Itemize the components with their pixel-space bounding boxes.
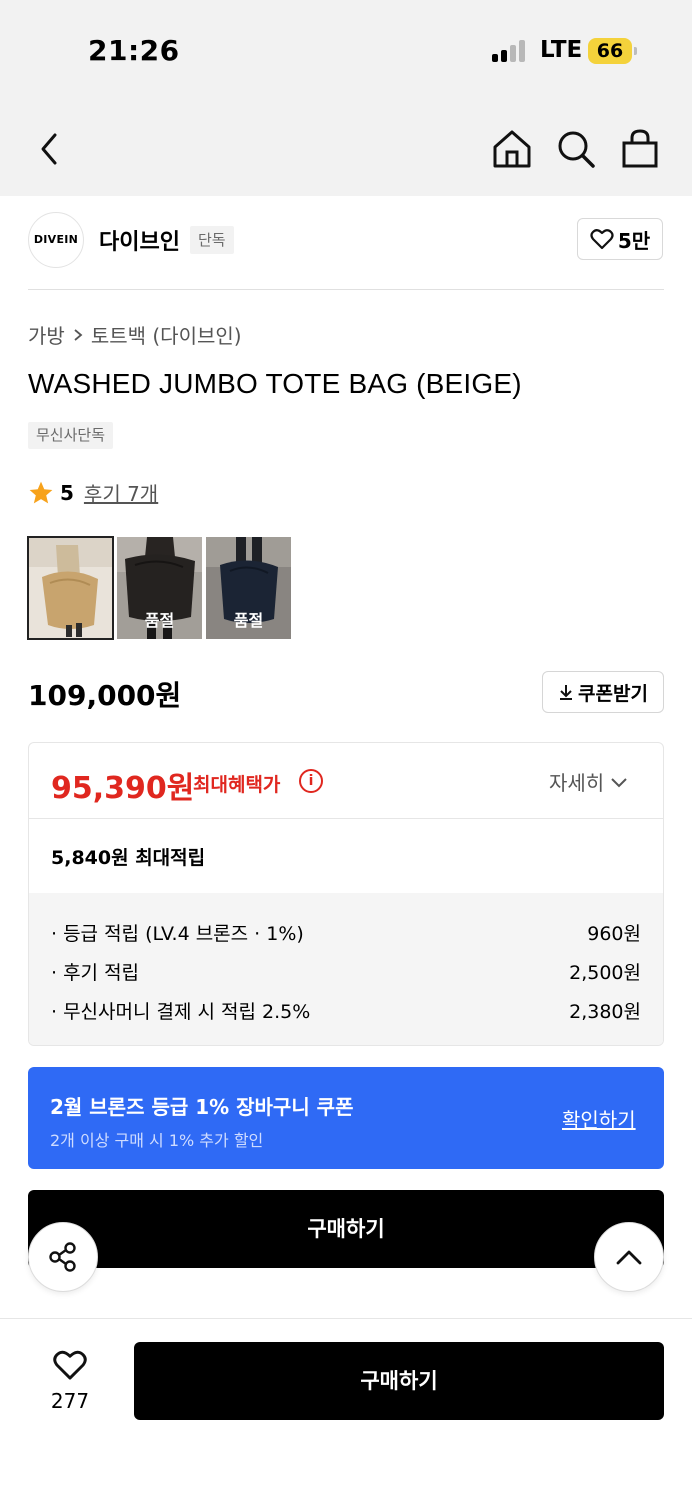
product-like-button[interactable]: 277 (40, 1349, 100, 1413)
shopping-bag-icon[interactable] (618, 127, 662, 171)
points-row-label: · 등급 적립 (LV.4 브론즈 · 1%) (51, 923, 304, 945)
divider (28, 289, 664, 290)
brand-logo[interactable]: DIVEIN (28, 212, 84, 268)
banner-confirm-link[interactable]: 확인하기 (562, 1104, 636, 1133)
rating: 5 후기 7개 (28, 478, 158, 507)
benefit-detail-toggle[interactable]: 자세히 (549, 767, 628, 796)
download-icon (560, 685, 573, 700)
back-icon[interactable] (28, 127, 72, 171)
share-icon (49, 1242, 76, 1272)
points-row: · 후기 적립 2,500원 (51, 952, 641, 991)
rating-score: 5 (60, 480, 74, 505)
cart-coupon-banner[interactable]: 2월 브론즈 등급 1% 장바구니 쿠폰 2개 이상 구매 시 1% 추가 할인… (28, 1067, 664, 1169)
network-label: LTE (540, 37, 583, 63)
exclusive-tag: 무신사단독 (28, 422, 114, 449)
max-benefit-price: 95,390원 (51, 771, 195, 806)
color-thumbnails: 품절 품절 (27, 536, 291, 640)
breadcrumb: 가방 토트백 (다이브인) (28, 320, 242, 349)
search-icon[interactable] (554, 127, 598, 171)
status-time: 21:26 (88, 34, 180, 67)
banner-title: 2월 브론즈 등급 1% 장바구니 쿠폰 (50, 1095, 354, 1119)
star-icon (29, 481, 53, 503)
heart-icon (590, 229, 614, 250)
points-row-label: · 후기 적립 (51, 962, 140, 984)
sold-out-label: 품절 (144, 611, 175, 630)
top-bar: 21:26 LTE 66 (0, 0, 692, 196)
product-price: 109,000원 (28, 679, 182, 712)
breadcrumb-category[interactable]: 가방 (28, 320, 65, 349)
points-breakdown: · 등급 적립 (LV.4 브론즈 · 1%) 960원 · 후기 적립 2,5… (29, 893, 663, 1045)
points-row: · 무신사머니 결제 시 적립 2.5% 2,380원 (51, 991, 641, 1030)
thumbnail-beige[interactable] (27, 536, 114, 640)
thumbnail-black[interactable]: 품절 (117, 537, 202, 639)
review-count-link[interactable]: 후기 7개 (84, 478, 158, 507)
chevron-right-icon (74, 328, 83, 341)
bottom-action-bar: 277 구매하기 (0, 1318, 692, 1500)
max-benefit-label: 최대혜택가 (193, 774, 281, 796)
brand-name[interactable]: 다이브인 (99, 224, 180, 256)
brand-like-count: 5만 (617, 228, 651, 253)
coupon-label: 쿠폰받기 (578, 682, 648, 705)
bottom-buy-button[interactable]: 구매하기 (134, 1342, 664, 1420)
buy-button[interactable]: 구매하기 (28, 1190, 664, 1268)
coupon-download-button[interactable]: 쿠폰받기 (542, 671, 664, 713)
chevron-down-icon (611, 777, 627, 787)
breadcrumb-subcategory[interactable]: 토트백 (다이브인) (91, 320, 242, 349)
max-benefit-box: 95,390원 최대혜택가 i 자세히 5,840원 최대적립 · 등급 적립 … (28, 742, 664, 1046)
thumbnail-navy[interactable]: 품절 (206, 537, 291, 639)
points-row-label: · 무신사머니 결제 시 적립 2.5% (51, 1001, 311, 1023)
info-icon[interactable]: i (299, 769, 323, 793)
home-icon[interactable] (490, 127, 534, 171)
points-row-value: 2,500원 (569, 962, 641, 984)
sold-out-label: 품절 (233, 611, 264, 630)
chevron-up-icon (616, 1250, 642, 1265)
share-button[interactable] (28, 1222, 98, 1292)
max-points-summary: 5,840원 최대적립 (51, 847, 206, 869)
benefit-detail-label: 자세히 (549, 771, 605, 795)
heart-icon (53, 1350, 87, 1380)
banner-subtitle: 2개 이상 구매 시 1% 추가 할인 (50, 1131, 264, 1150)
points-row: · 등급 적립 (LV.4 브론즈 · 1%) 960원 (51, 913, 641, 952)
product-like-count: 277 (50, 1389, 90, 1413)
brand-exclusive-badge: 단독 (190, 226, 234, 254)
signal-icon (492, 40, 528, 62)
divider (29, 818, 663, 819)
product-title: WASHED JUMBO TOTE BAG (BEIGE) (28, 368, 522, 399)
points-row-value: 2,380원 (569, 1001, 641, 1023)
brand-like-button[interactable]: 5만 (577, 218, 663, 260)
points-row-value: 960원 (587, 923, 641, 945)
battery-icon: 66 (588, 38, 637, 64)
scroll-top-button[interactable] (594, 1222, 664, 1292)
